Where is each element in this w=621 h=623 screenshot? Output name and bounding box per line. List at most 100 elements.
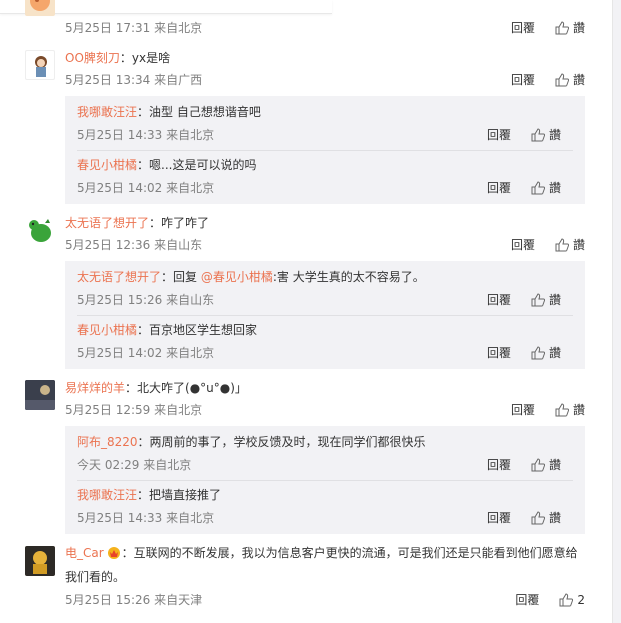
- reply-list: 我哪敢汪汪：油型 自己想想谐音吧 5月25日 14:33 来自北京 回覆 讚 春…: [65, 96, 585, 204]
- mention-link[interactable]: @春见小柑橘: [201, 270, 273, 284]
- reply-meta: 5月25日 14:33 来自北京: [77, 511, 215, 525]
- reply-actions: 回覆 讚: [487, 291, 561, 308]
- like-label[interactable]: 讚: [573, 236, 585, 253]
- reply-text: 阿布_8220：两周前的事了，学校反馈及时，现在同学们都很快乐: [77, 434, 426, 450]
- reply-username[interactable]: 我哪敢汪汪: [77, 105, 137, 119]
- thumbs-up-icon[interactable]: [531, 180, 546, 195]
- comment-meta: 5月25日 12:36 来自山东: [65, 238, 203, 252]
- reply-prefix: ：回复: [161, 270, 201, 284]
- comment-body: ：北大咋了(●°u°●)」: [125, 381, 247, 395]
- thumbs-up-icon[interactable]: [559, 592, 574, 607]
- reply-body: ：百京地区学生想回家: [137, 323, 258, 337]
- reply-button[interactable]: 回覆: [511, 236, 535, 253]
- comment-actions: 回覆 2: [515, 591, 585, 608]
- reply-meta: 5月25日 14:33 来自北京: [77, 128, 215, 142]
- comment-meta: 5月25日 13:34 来自广西: [65, 73, 203, 87]
- comment-item: 太无语了想开了：咋了咋了 5月25日 12:36 来自山东 回覆 讚 太无语了想…: [20, 215, 593, 375]
- reply-divider: [77, 150, 573, 151]
- thumbs-up-icon[interactable]: [531, 510, 546, 525]
- reply-text: 春见小柑橘：百京地区学生想回家: [77, 322, 257, 338]
- thumbs-up-icon[interactable]: [555, 237, 570, 252]
- comment-meta: 5月25日 15:26 来自天津: [65, 593, 203, 607]
- comment-item: 电_Car ：互联网的不断发展，我以为信息客户更快的流通，可是我们还是只能看到他们…: [20, 546, 593, 616]
- reply-item: 春见小柑橘：嗯...这是可以说的吗 5月25日 14:02 来自北京 回覆 讚: [77, 157, 573, 197]
- reply-meta: 5月25日 14:02 来自北京: [77, 181, 215, 195]
- reply-divider: [77, 480, 573, 481]
- yellow-figure-avatar-icon[interactable]: [25, 546, 55, 576]
- comment-meta: 5月25日 12:59 来自北京: [65, 403, 203, 417]
- thumbs-up-icon[interactable]: [531, 457, 546, 472]
- comment-item: 5月25日 17:31 来自北京 回覆 讚: [20, 0, 593, 40]
- comment-username[interactable]: 易烊烊的羊: [65, 381, 125, 395]
- comment-body-line1: ：互联网的不断发展，我以为信息客户更快的流通，可是我们还是只能看到他们愿意给: [121, 546, 578, 560]
- like-label[interactable]: 讚: [549, 344, 561, 361]
- comment-text: 电_Car ：互联网的不断发展，我以为信息客户更快的流通，可是我们还是只能看到他们…: [65, 541, 595, 589]
- reply-item: 我哪敢汪汪：油型 自己想想谐音吧 5月25日 14:33 来自北京 回覆 讚: [77, 104, 573, 144]
- thumbs-up-icon[interactable]: [531, 292, 546, 307]
- thumbs-up-icon[interactable]: [555, 72, 570, 87]
- reply-list: 阿布_8220：两周前的事了，学校反馈及时，现在同学们都很快乐 今天 02:29…: [65, 426, 585, 534]
- comment-actions: 回覆 讚: [511, 236, 585, 253]
- reply-username[interactable]: 我哪敢汪汪: [77, 488, 137, 502]
- like-label[interactable]: 讚: [549, 126, 561, 143]
- comment-username[interactable]: OO脾刻刀: [65, 51, 120, 65]
- scroll-gutter: [613, 0, 621, 623]
- reply-button[interactable]: 回覆: [511, 19, 535, 36]
- like-label[interactable]: 讚: [549, 291, 561, 308]
- comment-text: 易烊烊的羊：北大咋了(●°u°●)」: [65, 380, 247, 396]
- reply-button[interactable]: 回覆: [487, 291, 511, 308]
- reply-button[interactable]: 回覆: [487, 509, 511, 526]
- reply-meta: 今天 02:29 来自北京: [77, 458, 192, 472]
- comment-username[interactable]: 太无语了想开了: [65, 216, 149, 230]
- reply-body: ：嗯...这是可以说的吗: [137, 158, 257, 172]
- comment-actions: 回覆 讚: [511, 19, 585, 36]
- comment-panel: 5月25日 17:31 来自北京 回覆 讚 OO脾刻刀：yx是啥 5月25日 1…: [0, 0, 613, 623]
- comment-item: OO脾刻刀：yx是啥 5月25日 13:34 来自广西 回覆 讚 我哪敢汪汪：油…: [20, 50, 593, 210]
- like-label[interactable]: 讚: [549, 179, 561, 196]
- dark-photo-avatar-icon[interactable]: [25, 380, 55, 410]
- reply-button[interactable]: 回覆: [515, 591, 539, 608]
- thumbs-up-icon[interactable]: [531, 127, 546, 142]
- thumbs-up-icon[interactable]: [531, 345, 546, 360]
- reply-item: 春见小柑橘：百京地区学生想回家 5月25日 14:02 来自北京 回覆 讚: [77, 322, 573, 362]
- reply-list: 太无语了想开了：回复 @春见小柑橘:害 大学生真的太不容易了。 5月25日 15…: [65, 261, 585, 369]
- comment-body: ：yx是啥: [119, 51, 171, 65]
- reply-username[interactable]: 春见小柑橘: [77, 158, 137, 172]
- thumbs-up-icon[interactable]: [555, 20, 570, 35]
- thumbs-up-icon[interactable]: [555, 402, 570, 417]
- comment-actions: 回覆 讚: [511, 71, 585, 88]
- reply-username[interactable]: 春见小柑橘: [77, 323, 137, 337]
- reply-username[interactable]: 太无语了想开了: [77, 270, 161, 284]
- like-label[interactable]: 讚: [573, 19, 585, 36]
- reply-text: 我哪敢汪汪：把墙直接推了: [77, 487, 221, 503]
- peach-avatar-partial-icon[interactable]: [25, 0, 55, 16]
- comment-meta: 5月25日 17:31 来自北京: [65, 21, 203, 35]
- like-label[interactable]: 讚: [549, 509, 561, 526]
- comment-item: 易烊烊的羊：北大咋了(●°u°●)」 5月25日 12:59 来自北京 回覆 讚…: [20, 380, 593, 540]
- comment-username[interactable]: 电_Car: [65, 546, 104, 560]
- like-label[interactable]: 讚: [573, 71, 585, 88]
- reply-button[interactable]: 回覆: [487, 179, 511, 196]
- like-label[interactable]: 讚: [549, 456, 561, 473]
- reply-text: 春见小柑橘：嗯...这是可以说的吗: [77, 157, 256, 173]
- reply-meta: 5月25日 15:26 来自山东: [77, 293, 215, 307]
- like-count[interactable]: 2: [577, 593, 585, 607]
- cartoon-boy-avatar-icon[interactable]: [25, 50, 55, 80]
- comment-body-line2: 我们看的。: [65, 570, 126, 584]
- green-dinosaur-avatar-icon[interactable]: [25, 215, 55, 245]
- reply-actions: 回覆 讚: [487, 179, 561, 196]
- reply-body: ：油型 自己想想谐音吧: [137, 105, 261, 119]
- reply-button[interactable]: 回覆: [511, 71, 535, 88]
- reply-button[interactable]: 回覆: [511, 401, 535, 418]
- reply-actions: 回覆 讚: [487, 456, 561, 473]
- reply-button[interactable]: 回覆: [487, 126, 511, 143]
- reply-actions: 回覆 讚: [487, 344, 561, 361]
- reply-actions: 回覆 讚: [487, 509, 561, 526]
- comment-actions: 回覆 讚: [511, 401, 585, 418]
- reply-text: 我哪敢汪汪：油型 自己想想谐音吧: [77, 104, 261, 120]
- reply-button[interactable]: 回覆: [487, 344, 511, 361]
- reply-username[interactable]: 阿布_8220: [77, 435, 138, 449]
- comment-body: ：咋了咋了: [149, 216, 210, 230]
- reply-button[interactable]: 回覆: [487, 456, 511, 473]
- like-label[interactable]: 讚: [573, 401, 585, 418]
